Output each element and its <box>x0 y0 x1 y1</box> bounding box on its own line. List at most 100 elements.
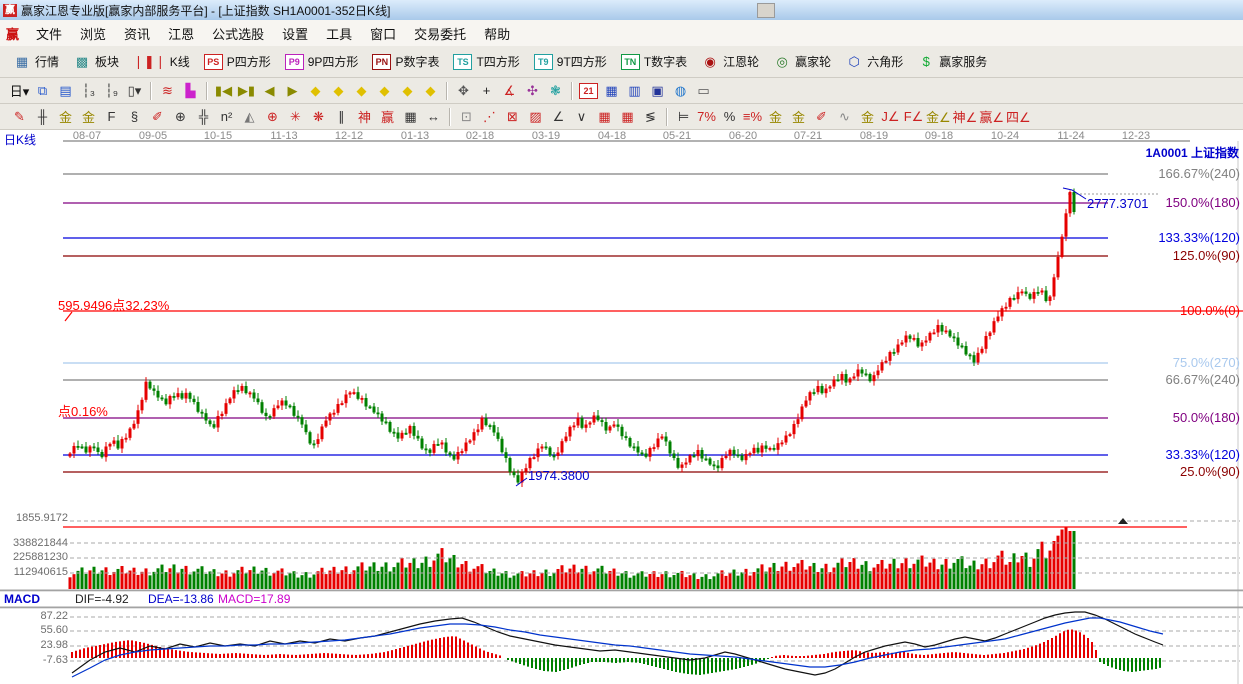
toolbar-button-bars-3[interactable]: ┆₃ <box>78 81 99 101</box>
toolbar-button-prev-candle[interactable]: ◀ <box>259 81 280 101</box>
toolbar-button-stats-tool[interactable]: ❃ <box>545 81 566 101</box>
toolbar-button-percent-lines[interactable]: ≡% <box>742 107 763 127</box>
toolbar-button-mirror-angle[interactable]: ◭ <box>239 107 260 127</box>
menu-item-8[interactable]: 窗口 <box>361 27 405 42</box>
toolbar-button-grid-ruler[interactable]: ╫ <box>32 107 53 127</box>
toolbar-button-f-angle[interactable]: F∠ <box>903 107 924 127</box>
toolbar-button-pen-ruler[interactable]: ✐ <box>147 107 168 127</box>
chart-area[interactable]: 日K线08-0709-0510-1511-1312-1201-1302-1803… <box>0 129 1243 684</box>
toolbar-button-ying-angle[interactable]: 赢∠ <box>979 107 1004 127</box>
toolbar-button-market-quotes[interactable]: ▦行情 <box>6 46 66 77</box>
toolbar-button-gold-lines-tool[interactable]: 金 <box>788 107 809 127</box>
toolbar-button-sectors[interactable]: ▩板块 <box>66 46 126 77</box>
toolbar-button-gann-diamond-right[interactable]: ◆ <box>328 81 349 101</box>
toolbar-button-gann-marker-tool[interactable]: ✣ <box>522 81 543 101</box>
toolbar-button-web-sync-tool[interactable]: ◍ <box>670 81 691 101</box>
toolbar-button-remote-pc-tool[interactable]: ▭ <box>693 81 714 101</box>
toolbar-button-t-square[interactable]: TST四方形 <box>446 46 526 77</box>
toolbar-button-ying-ruler[interactable]: 赢 <box>377 107 398 127</box>
toolbar-button-winner-service[interactable]: $赢家服务 <box>910 46 994 77</box>
toolbar-button-golden-section[interactable]: 金 <box>55 107 76 127</box>
toolbar-button-percent-drop[interactable]: 7% <box>696 107 717 127</box>
toolbar-button-gann-diamond-left[interactable]: ◆ <box>305 81 326 101</box>
toolbar-button-shen-ruler[interactable]: 神 <box>354 107 375 127</box>
toolbar-button-angle-measure-tool[interactable]: ∡ <box>499 81 520 101</box>
menu-item-6[interactable]: 设置 <box>273 27 317 42</box>
toolbar-button-next-candle[interactable]: ▶ <box>282 81 303 101</box>
toolbar-button-first-page[interactable]: ▮◀ <box>213 81 234 101</box>
toolbar-button-radial-web[interactable]: ✳ <box>285 107 306 127</box>
toolbar-button-check-lines[interactable]: ∨ <box>571 107 592 127</box>
gann-level-label: 100.0%(0) <box>1180 303 1240 318</box>
toolbar-button-fibo-ruler[interactable]: F <box>101 107 122 127</box>
toolbar-button-period-dropdown[interactable]: 日▾ <box>9 81 30 101</box>
toolbar-button-n2-ruler[interactable]: n² <box>216 107 237 127</box>
toolbar-button-price-ruler[interactable]: ∥ <box>331 107 352 127</box>
toolbar-button-p-number-table[interactable]: PNP数字表 <box>365 46 446 77</box>
menu-item-3[interactable]: 资讯 <box>115 27 159 42</box>
menu-item-9[interactable]: 交易委托 <box>405 27 475 42</box>
toolbar-button-t-number-table[interactable]: TNT数字表 <box>614 46 694 77</box>
toolbar-button-candle-style-dropdown[interactable]: ▯▾ <box>124 81 145 101</box>
toolbar-button-crosshair-tool[interactable]: + <box>476 81 497 101</box>
toolbar-button-red-grid[interactable]: ▦ <box>594 107 615 127</box>
menu-item-1[interactable]: 文件 <box>27 27 71 42</box>
menu-item-5[interactable]: 公式选股 <box>203 27 273 42</box>
toolbar-button-parallel-lines[interactable]: ≶ <box>640 107 661 127</box>
toolbar-button-gann-diamond-expand[interactable]: ◆ <box>351 81 372 101</box>
toolbar-button-last-page[interactable]: ▶▮ <box>236 81 257 101</box>
toolbar-button-calculator-tool[interactable]: ▦ <box>601 81 622 101</box>
toolbar-button-info-view[interactable]: ▤ <box>55 81 76 101</box>
toolbar-button-9t-square[interactable]: T99T四方形 <box>527 46 614 77</box>
title-bar[interactable]: 赢 赢家江恩专业版[赢家内部服务平台] - [上证指数 SH1A0001-352… <box>0 0 1243 21</box>
toolbar-button-report-tool[interactable]: ▥ <box>624 81 645 101</box>
menu-item-4[interactable]: 江恩 <box>159 27 203 42</box>
window-control-button[interactable] <box>757 3 775 18</box>
toolbar-button-dense-grid[interactable]: ╬ <box>193 107 214 127</box>
toolbar-button-corner-box[interactable]: ⊡ <box>456 107 477 127</box>
toolbar-button-hexagon[interactable]: ⬡六角形 <box>838 46 910 77</box>
menu-item-2[interactable]: 浏览 <box>71 27 115 42</box>
toolbar-button-9p-square[interactable]: P99P四方形 <box>278 46 366 77</box>
toolbar-button-gann-circle[interactable]: ⊕ <box>170 107 191 127</box>
toolbar-button-brush-tool[interactable]: ✐ <box>811 107 832 127</box>
toolbar-button-golden-section-2[interactable]: 金 <box>78 107 99 127</box>
menu-item-10[interactable]: 帮助 <box>475 27 519 42</box>
toolbar-button-pen-tool[interactable]: ✎ <box>9 107 30 127</box>
toolbar-button-gold-circle-tool[interactable]: 金 <box>765 107 786 127</box>
t-square-label: T四方形 <box>476 53 519 70</box>
toolbar-button-diag-box[interactable]: ⊠ <box>502 107 523 127</box>
toolbar-button-kline[interactable]: ❘❚❘K线 <box>126 46 197 77</box>
toolbar-button-gann-diamond-grid[interactable]: ◆ <box>420 81 441 101</box>
toolbar-button-target-circle[interactable]: ⊕ <box>262 107 283 127</box>
toolbar-button-pan-hand-tool[interactable]: ✥ <box>453 81 474 101</box>
toolbar-button-p-square[interactable]: PSP四方形 <box>197 46 278 77</box>
toolbar-button-j-angle[interactable]: J∠ <box>880 107 901 127</box>
toolbar-button-grid-measure[interactable]: ▦ <box>400 107 421 127</box>
toolbar-button-zigzag-overlay[interactable]: ≋ <box>157 81 178 101</box>
toolbar-button-gold-base-tool[interactable]: 金 <box>857 107 878 127</box>
toolbar-button-angle-fan[interactable]: ∠ <box>548 107 569 127</box>
toolbar-button-gann-diamond-up[interactable]: ◆ <box>397 81 418 101</box>
toolbar-button-spider-web[interactable]: ❋ <box>308 107 329 127</box>
toolbar-button-gann-wheel[interactable]: ◉江恩轮 <box>694 46 766 77</box>
toolbar-button-red-grid-2[interactable]: ▦ <box>617 107 638 127</box>
toolbar-button-si-angle[interactable]: 四∠ <box>1006 107 1031 127</box>
toolbar-button-gold-angle[interactable]: 金∠ <box>926 107 951 127</box>
toolbar-button-gann-diamond-shrink[interactable]: ◆ <box>374 81 395 101</box>
toolbar-button-bars-9[interactable]: ┆₉ <box>101 81 122 101</box>
toolbar-button-spiral-tool[interactable]: § <box>124 107 145 127</box>
toolbar-button-shen-angle[interactable]: 神∠ <box>953 107 978 127</box>
toolbar-button-scale-tool[interactable]: ⊨ <box>673 107 694 127</box>
toolbar-button-percent-tool[interactable]: % <box>719 107 740 127</box>
toolbar-button-span-measure[interactable]: ↔ <box>423 107 444 127</box>
toolbar-button-web-box[interactable]: ▨ <box>525 107 546 127</box>
toolbar-button-calendar-tool[interactable]: 21 <box>578 81 599 101</box>
toolbar-button-formula-pattern[interactable]: ⧉ <box>32 81 53 101</box>
toolbar-button-wave-overlay[interactable]: ∿ <box>834 107 855 127</box>
menu-item-7[interactable]: 工具 <box>317 27 361 42</box>
toolbar-button-fan-lines[interactable]: ⋰ <box>479 107 500 127</box>
toolbar-button-save-tool[interactable]: ▣ <box>647 81 668 101</box>
toolbar-button-volume-colors[interactable]: ▙ <box>180 81 201 101</box>
toolbar-button-winner-wheel[interactable]: ◎赢家轮 <box>766 46 838 77</box>
